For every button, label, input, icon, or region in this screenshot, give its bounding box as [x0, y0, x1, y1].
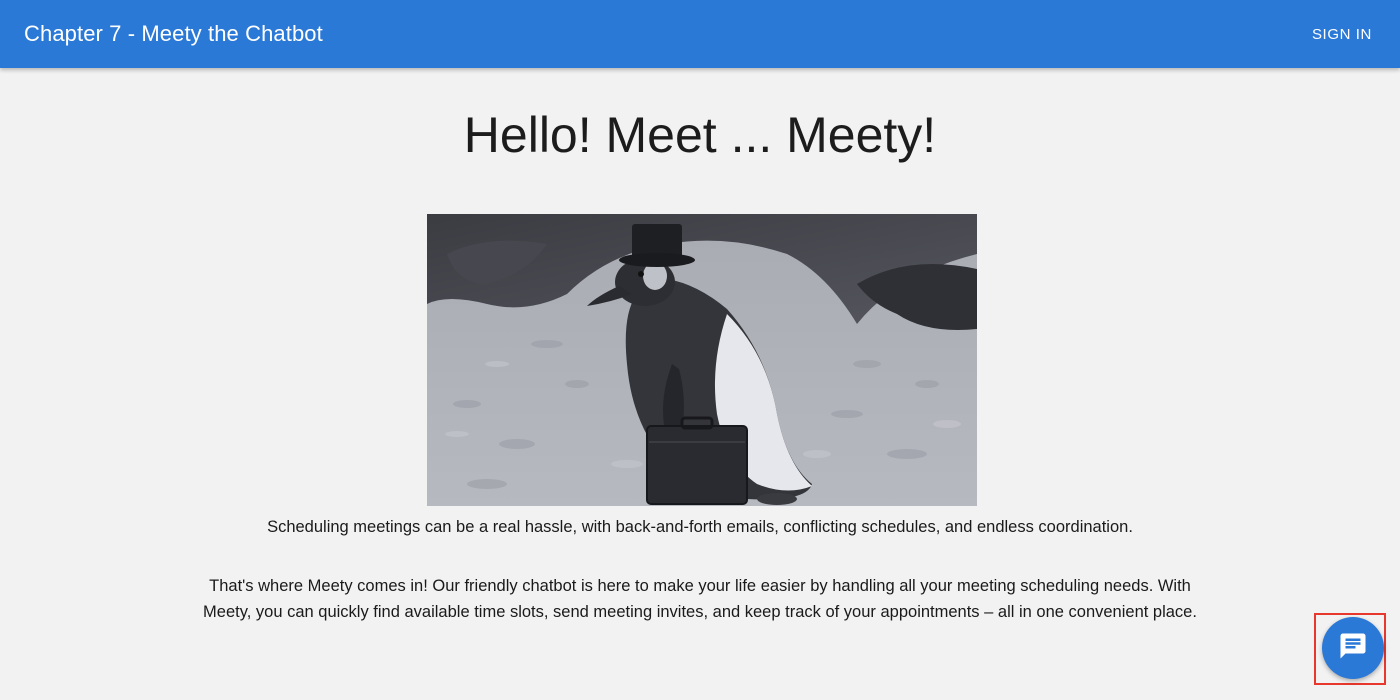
page-title: Hello! Meet ... Meety! [463, 107, 937, 163]
chat-bubble-icon [1338, 631, 1368, 666]
penguin-image [427, 214, 977, 506]
intro-paragraph: Scheduling meetings can be a real hassle… [267, 518, 1133, 536]
description-paragraph: That's where Meety comes in! Our friendl… [203, 577, 1197, 621]
sign-in-button[interactable]: SIGN IN [1312, 26, 1372, 43]
app-bar: Chapter 7 - Meety the Chatbot SIGN IN [0, 0, 1400, 68]
app-title: Chapter 7 - Meety the Chatbot [24, 21, 323, 46]
chat-launcher-button[interactable] [1322, 617, 1384, 679]
main-content: Hello! Meet ... Meety! Scheduling meetin… [0, 68, 1400, 700]
